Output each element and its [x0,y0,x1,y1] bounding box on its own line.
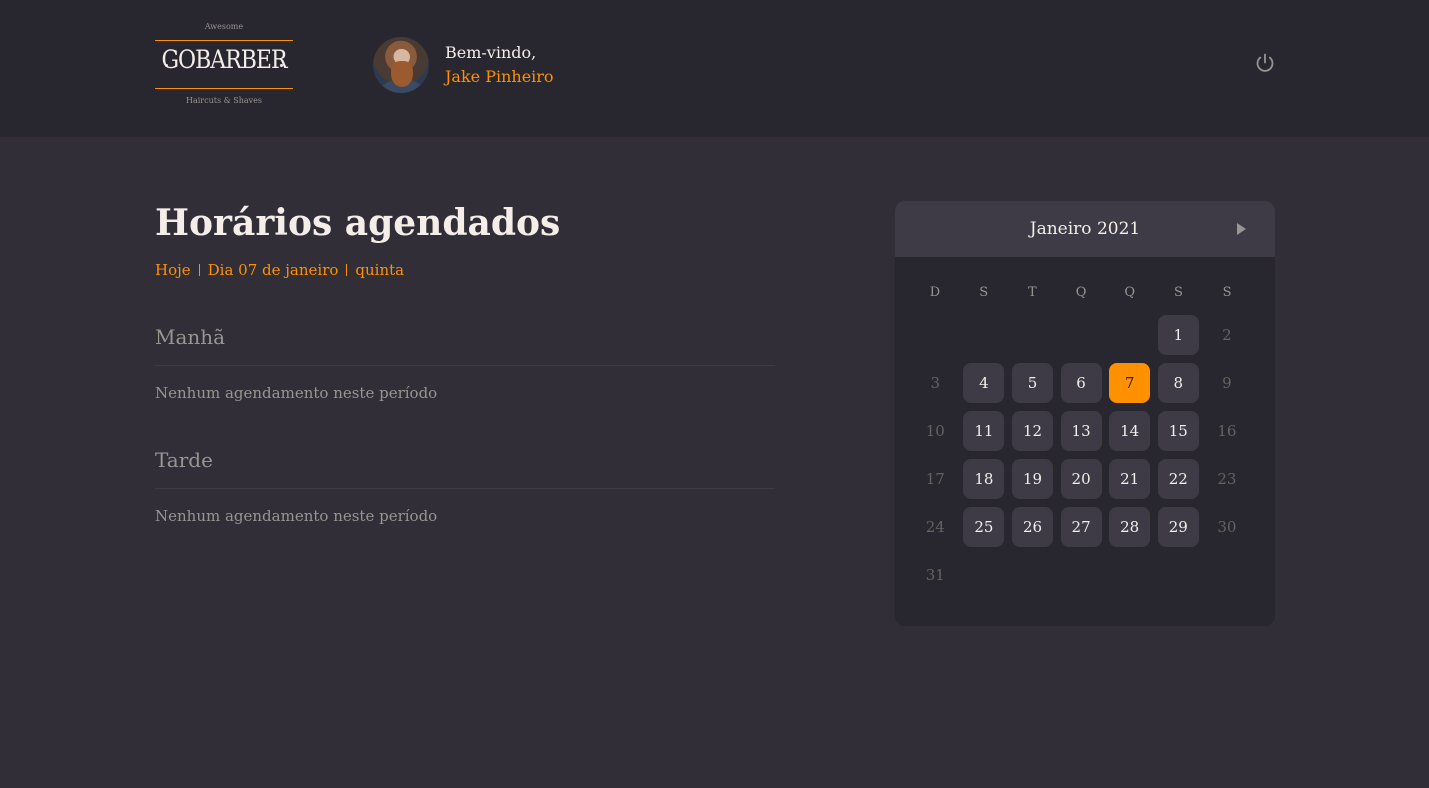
calendar-day[interactable]: 5 [1011,363,1053,403]
day-label: Dia 07 de janeiro [207,261,339,279]
calendar-day[interactable]: 1 [1157,315,1199,355]
logo-subtitle: Haircuts & Shaves [185,96,263,105]
calendar-week-row: 31 [911,551,1252,599]
calendar-week-row: 24 25 26 27 28 29 30 [911,503,1252,551]
weekday-label: D [929,285,941,300]
user-profile: Bem-vindo, Jake Pinheiro [373,37,554,93]
calendar-day[interactable]: 8 [1157,363,1199,403]
logo-brand: GOBARBER [161,46,287,75]
weekday-label: S [979,285,989,300]
date-info: Hoje Dia 07 de janeiro quinta [155,261,775,279]
calendar-day: 31 [925,566,945,584]
calendar-day[interactable]: 6 [1060,363,1102,403]
calendar-day[interactable]: 13 [1060,411,1102,451]
calendar-day[interactable]: 27 [1060,507,1102,547]
calendar-day: 10 [925,422,945,440]
calendar-week-row: 17 18 19 20 21 22 23 [911,455,1252,503]
avatar-beard [391,61,413,87]
calendar-month-label: Janeiro 2021 [1029,219,1141,239]
calendar-week-row: 10 11 12 13 14 15 16 [911,407,1252,455]
calendar-week-row: 3 45678 9 [911,359,1252,407]
section-title-morning: Manhã [155,325,775,366]
today-label: Hoje [155,261,191,279]
schedule-panel: Horários agendados Hoje Dia 07 de janeir… [155,201,775,525]
welcome-block: Bem-vindo, Jake Pinheiro [445,41,554,89]
logo-line-top [155,40,293,41]
weekday-row: DSTQQSS [911,285,1252,311]
divider [346,264,348,276]
logo-top-word: Awesome [204,22,244,31]
calendar-day[interactable]: 19 [1011,459,1053,499]
calendar-day[interactable]: 22 [1157,459,1199,499]
weekday-label: quinta [355,261,405,279]
weekday-label: S [1173,285,1183,300]
calendar: Janeiro 2021 DSTQQSS 1 2 3 4 5 6 7 8 9 10 11 12 13 14… [895,201,1275,626]
calendar-day[interactable]: 4 [963,363,1005,403]
calendar-day[interactable]: 26 [1011,507,1053,547]
calendar-day-selected[interactable]: 7 [1109,363,1151,403]
calendar-day[interactable]: 18 [963,459,1005,499]
calendar-day[interactable]: 14 [1109,411,1151,451]
section-title-afternoon: Tarde [155,448,775,489]
calendar-day[interactable]: 29 [1157,507,1199,547]
calendar-day: 30 [1217,518,1237,536]
calendar-day[interactable]: 21 [1109,459,1151,499]
calendar-day: 24 [925,518,945,536]
weekday-label: T [1028,285,1037,300]
calendar-day[interactable]: 28 [1109,507,1151,547]
app-header: Awesome GOBARBER Haircuts & Shaves Bem-v… [0,0,1429,137]
weekday-label: Q [1075,285,1087,300]
calendar-day[interactable]: 20 [1060,459,1102,499]
calendar-day[interactable]: 12 [1011,411,1053,451]
section-morning: Manhã Nenhum agendamento neste período [155,325,775,402]
weekday-label: Q [1124,285,1136,300]
calendar-day[interactable]: 15 [1157,411,1199,451]
calendar-day: 23 [1217,470,1237,488]
logo-line-bottom [155,88,293,89]
empty-message-afternoon: Nenhum agendamento neste período [155,507,438,525]
arrow-right-icon[interactable] [1235,221,1247,237]
calendar-day: 3 [930,374,941,392]
section-afternoon: Tarde Nenhum agendamento neste período [155,448,775,525]
calendar-header: Janeiro 2021 [895,201,1275,257]
calendar-day[interactable]: 11 [963,411,1005,451]
calendar-week-row: 12 [911,311,1252,359]
empty-message-morning: Nenhum agendamento neste período [155,384,438,402]
avatar[interactable] [373,37,429,93]
calendar-day: 16 [1217,422,1237,440]
weekday-label: S [1222,285,1232,300]
calendar-day: 9 [1222,374,1232,392]
gobarber-logo: Awesome GOBARBER Haircuts & Shaves [155,22,293,108]
calendar-day[interactable]: 25 [963,507,1005,547]
logo-dot-right [280,64,283,67]
calendar-grid: DSTQQSS 1 2 3 4 5 6 7 8 9 10 11 12 13 14 15 16 17 18 19 20 2… [911,285,1252,599]
calendar-weeks: 1 2 3 4 5 6 7 8 9 10 11 12 13 14 15 16 17 18 19 20 21 22 23 24 2… [911,311,1252,599]
profile-link[interactable]: Jake Pinheiro [445,65,554,89]
divider [198,264,200,276]
calendar-day: 2 [1222,326,1232,344]
welcome-text: Bem-vindo, [445,43,537,62]
power-icon[interactable] [1254,52,1276,74]
calendar-day: 17 [925,470,945,488]
page-title: Horários agendados [155,202,561,244]
